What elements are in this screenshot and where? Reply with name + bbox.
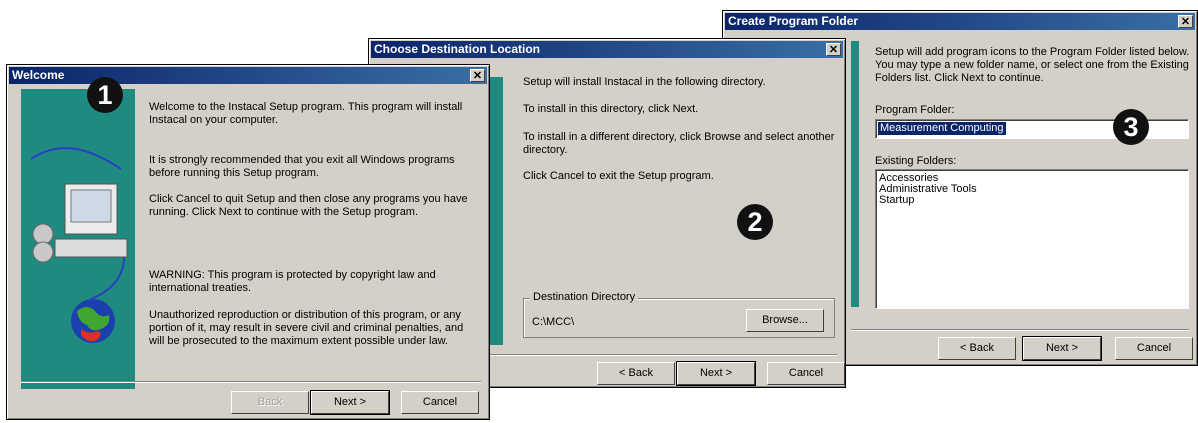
back-button[interactable]: < Back — [938, 337, 1016, 360]
exit-programs-text: It is strongly recommended that you exit… — [149, 154, 455, 179]
existing-folders-label: Existing Folders: — [875, 155, 957, 167]
close-button[interactable]: ✕ — [1178, 15, 1193, 28]
install-dir-text: Setup will install Instacal in the follo… — [523, 76, 766, 88]
step-marker-3: 3 — [1113, 109, 1149, 145]
cancel-info-text: Click Cancel to exit the Setup program. — [523, 170, 714, 182]
list-item[interactable]: Startup — [879, 195, 914, 206]
computer-globe-icon — [30, 147, 128, 343]
cancel-button[interactable]: Cancel — [767, 362, 845, 385]
dialog-title: Welcome — [12, 68, 65, 82]
welcome-text: Welcome to the Instacal Setup program. T… — [149, 101, 463, 126]
title-bar[interactable]: Choose Destination Location ✕ — [371, 41, 843, 58]
next-button[interactable]: Next > — [676, 361, 756, 386]
back-button[interactable]: Back — [231, 391, 309, 414]
cancel-next-text: Click Cancel to quit Setup and then clos… — [149, 193, 468, 218]
close-button[interactable]: ✕ — [470, 69, 485, 82]
group-label: Destination Directory — [530, 291, 639, 304]
separator — [489, 354, 837, 356]
setup-illustration — [21, 89, 135, 389]
next-button[interactable]: Next > — [310, 390, 390, 415]
title-bar[interactable]: Welcome ✕ — [9, 67, 487, 84]
cancel-button[interactable]: Cancel — [1115, 337, 1193, 360]
dialog-title: Choose Destination Location — [374, 42, 541, 56]
step-marker-1: 1 — [87, 77, 123, 113]
side-graphic — [851, 41, 859, 307]
destination-directory-group: Destination Directory C:\MCC\ Browse... — [523, 291, 835, 338]
cancel-button[interactable]: Cancel — [401, 391, 479, 414]
title-bar[interactable]: Create Program Folder ✕ — [725, 13, 1195, 30]
browse-button[interactable]: Browse... — [746, 309, 824, 332]
install-browse-text: To install in a different directory, cli… — [523, 131, 835, 156]
next-button[interactable]: Next > — [1022, 336, 1102, 361]
back-button[interactable]: < Back — [597, 362, 675, 385]
legal-text: Unauthorized reproduction or distributio… — [149, 309, 464, 347]
install-next-text: To install in this directory, click Next… — [523, 103, 699, 115]
separator — [21, 381, 481, 383]
existing-folders-list[interactable]: Accessories Administrative Tools Startup — [875, 169, 1189, 309]
side-graphic — [489, 77, 503, 345]
program-folder-label: Program Folder: — [875, 104, 955, 116]
step-marker-2: 2 — [737, 204, 773, 240]
program-folder-value: Measurement Computing — [878, 122, 1006, 135]
dialog-title: Create Program Folder — [728, 14, 859, 28]
warning-text: WARNING: This program is protected by co… — [149, 269, 436, 294]
destination-path: C:\MCC\ — [532, 316, 575, 328]
separator — [851, 329, 1189, 331]
intro-text: Setup will add program icons to the Prog… — [875, 46, 1190, 84]
welcome-dialog: Welcome ✕ 1 Welcome to the Instacal Setu… — [6, 64, 490, 420]
close-button[interactable]: ✕ — [826, 43, 841, 56]
